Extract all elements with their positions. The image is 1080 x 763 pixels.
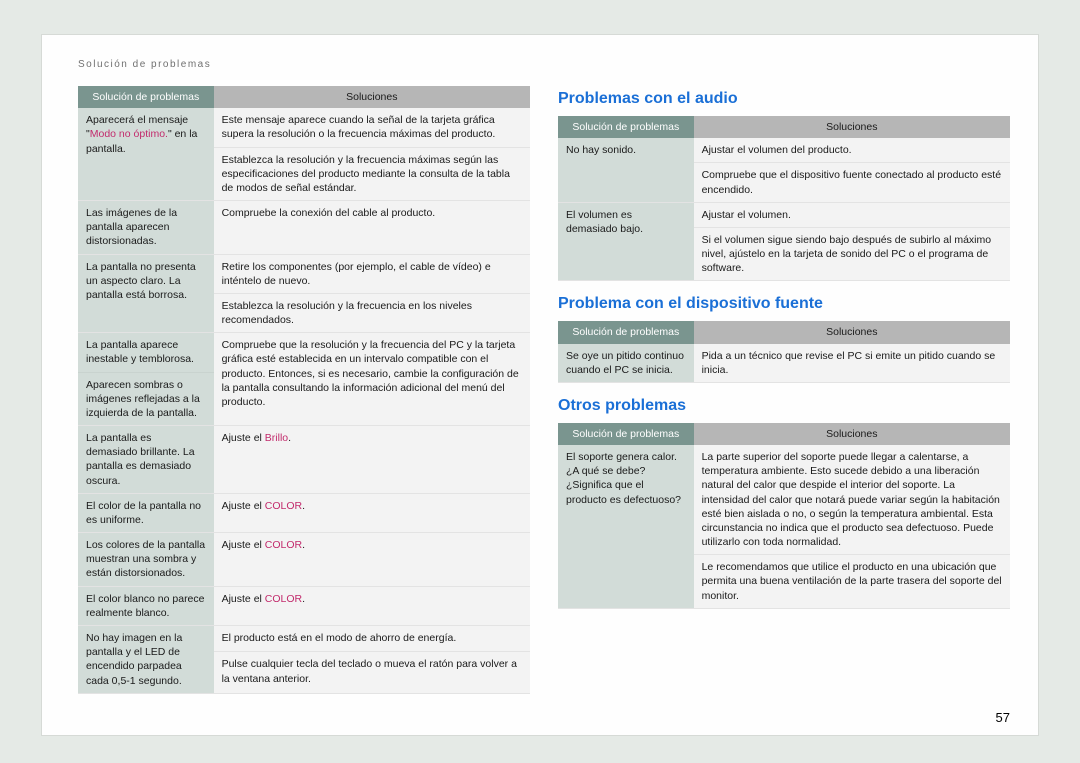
- pink-text: COLOR: [265, 500, 302, 512]
- page-sheet: Solución de problemas Solución de proble…: [42, 35, 1038, 735]
- table-row: Los colores de la pantalla muestran una …: [78, 533, 530, 587]
- problem-cell: Aparecerá el mensaje "Modo no óptimo." e…: [78, 108, 214, 200]
- table-header-row: Solución de problemas Soluciones: [558, 423, 1010, 445]
- table-row: El volumen es demasiado bajo. Ajustar el…: [558, 202, 1010, 227]
- table-header-row: Solución de problemas Soluciones: [558, 116, 1010, 138]
- solution-cell: Le recomendamos que utilice el producto …: [694, 555, 1010, 609]
- header-solutions: Soluciones: [694, 321, 1010, 343]
- header-solutions: Soluciones: [694, 423, 1010, 445]
- pink-text: COLOR: [265, 593, 302, 605]
- header-solutions: Soluciones: [694, 116, 1010, 138]
- header-problems: Solución de problemas: [558, 321, 694, 343]
- solution-cell: Este mensaje aparece cuando la señal de …: [214, 108, 530, 147]
- pink-text: Modo no óptimo.: [90, 128, 168, 140]
- header-problems: Solución de problemas: [78, 86, 214, 108]
- troubleshoot-table-otros: Solución de problemas Soluciones El sopo…: [558, 423, 1010, 609]
- problem-cell: Aparecen sombras o imágenes reflejadas a…: [78, 372, 214, 426]
- solution-cell: Compruebe que el dispositivo fuente cone…: [694, 163, 1010, 202]
- solution-cell: Establezca la resolución y la frecuencia…: [214, 293, 530, 332]
- problem-cell: No hay sonido.: [558, 138, 694, 202]
- solution-cell: Si el volumen sigue siendo bajo después …: [694, 227, 1010, 281]
- table-row: Se oye un pitido continuo cuando el PC s…: [558, 344, 1010, 383]
- table-row: No hay sonido. Ajustar el volumen del pr…: [558, 138, 1010, 163]
- table-header-row: Solución de problemas Soluciones: [78, 86, 530, 108]
- problem-cell: No hay imagen en la pantalla y el LED de…: [78, 625, 214, 693]
- problem-cell: El color blanco no parece realmente blan…: [78, 586, 214, 625]
- problem-cell: El soporte genera calor. ¿A qué se debe?…: [558, 445, 694, 608]
- two-column-layout: Solución de problemas Soluciones Aparece…: [78, 86, 1010, 708]
- solution-cell: Ajustar el volumen del producto.: [694, 138, 1010, 163]
- section-heading-otros: Otros problemas: [558, 397, 1010, 415]
- solution-cell: Ajuste el Brillo.: [214, 426, 530, 494]
- solution-cell: La parte superior del soporte puede lleg…: [694, 445, 1010, 555]
- table-row: El color de la pantalla no es uniforme. …: [78, 493, 530, 532]
- solution-cell: Ajuste el COLOR.: [214, 586, 530, 625]
- troubleshoot-table-screen: Solución de problemas Soluciones Aparece…: [78, 86, 530, 694]
- troubleshoot-table-fuente: Solución de problemas Soluciones Se oye …: [558, 321, 1010, 383]
- table-row: El color blanco no parece realmente blan…: [78, 586, 530, 625]
- troubleshoot-table-audio: Solución de problemas Soluciones No hay …: [558, 116, 1010, 281]
- header-problems: Solución de problemas: [558, 423, 694, 445]
- solution-cell: Compruebe la conexión del cable al produ…: [214, 201, 530, 255]
- problem-cell: La pantalla es demasiado brillante. La p…: [78, 426, 214, 494]
- problem-cell: El volumen es demasiado bajo.: [558, 202, 694, 281]
- left-column: Solución de problemas Soluciones Aparece…: [78, 86, 530, 708]
- solution-cell: Pida a un técnico que revise el PC si em…: [694, 344, 1010, 383]
- solution-cell: Ajuste el COLOR.: [214, 533, 530, 587]
- problem-cell: La pantalla aparece inestable y tembloro…: [78, 333, 214, 372]
- table-row: La pantalla aparece inestable y tembloro…: [78, 333, 530, 372]
- solution-cell: Pulse cualquier tecla del teclado o muev…: [214, 652, 530, 693]
- page-root: Solución de problemas Solución de proble…: [0, 0, 1080, 763]
- solution-cell: Establezca la resolución y la frecuencia…: [214, 147, 530, 201]
- table-row: No hay imagen en la pantalla y el LED de…: [78, 625, 530, 651]
- problem-cell: El color de la pantalla no es uniforme.: [78, 493, 214, 532]
- right-column: Problemas con el audio Solución de probl…: [558, 86, 1010, 708]
- table-row: La pantalla es demasiado brillante. La p…: [78, 426, 530, 494]
- table-header-row: Solución de problemas Soluciones: [558, 321, 1010, 343]
- section-heading-audio: Problemas con el audio: [558, 90, 1010, 108]
- header-problems: Solución de problemas: [558, 116, 694, 138]
- problem-cell: La pantalla no presenta un aspecto claro…: [78, 254, 214, 333]
- header-solutions: Soluciones: [214, 86, 530, 108]
- solution-cell: Compruebe que la resolución y la frecuen…: [214, 333, 530, 426]
- table-row: El soporte genera calor. ¿A qué se debe?…: [558, 445, 1010, 555]
- pink-text: Brillo: [265, 432, 288, 444]
- table-row: Las imágenes de la pantalla aparecen dis…: [78, 201, 530, 255]
- solution-cell: Ajustar el volumen.: [694, 202, 1010, 227]
- solution-cell: Retire los componentes (por ejemplo, el …: [214, 254, 530, 293]
- pink-text: COLOR: [265, 539, 302, 551]
- problem-cell: Los colores de la pantalla muestran una …: [78, 533, 214, 587]
- solution-cell: Ajuste el COLOR.: [214, 493, 530, 532]
- solution-cell: El producto está en el modo de ahorro de…: [214, 625, 530, 651]
- problem-cell: Se oye un pitido continuo cuando el PC s…: [558, 344, 694, 383]
- page-number: 57: [996, 710, 1010, 725]
- table-row: Aparecerá el mensaje "Modo no óptimo." e…: [78, 108, 530, 147]
- page-title: Solución de problemas: [78, 59, 1010, 70]
- table-row: La pantalla no presenta un aspecto claro…: [78, 254, 530, 293]
- problem-cell: Las imágenes de la pantalla aparecen dis…: [78, 201, 214, 255]
- section-heading-fuente: Problema con el dispositivo fuente: [558, 295, 1010, 313]
